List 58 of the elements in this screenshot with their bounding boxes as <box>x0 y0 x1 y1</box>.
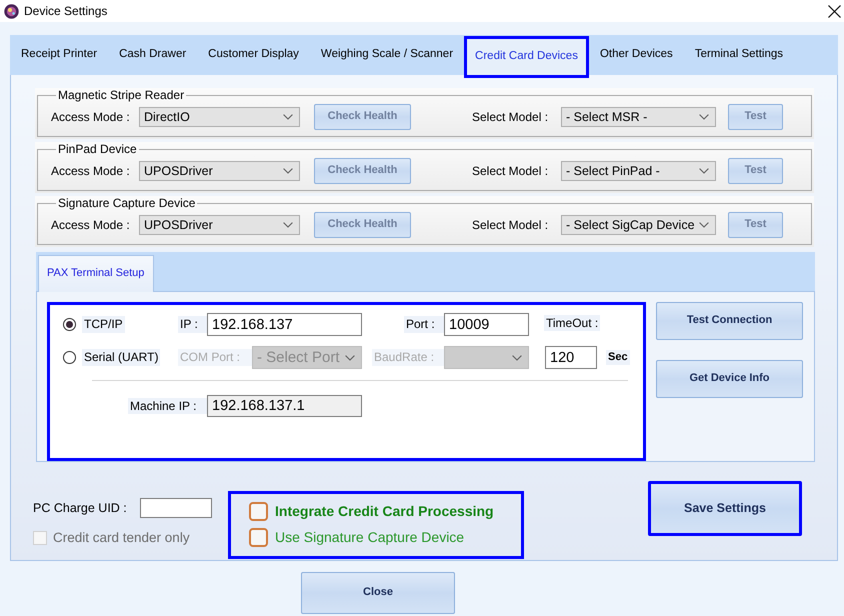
chevron-down-icon <box>345 354 355 360</box>
access-mode-label: Access Mode : <box>51 110 131 124</box>
radio-label[interactable]: TCP/IP <box>82 316 125 333</box>
chevron-down-icon <box>283 222 293 228</box>
uid-input-field[interactable] <box>140 498 212 518</box>
machine-ip-field[interactable]: 192.168.137.1 <box>207 395 362 417</box>
uid-label: PC Charge UID : <box>33 500 128 516</box>
port-input-field[interactable]: 10009 <box>444 313 529 336</box>
access-mode-label: Access Mode : <box>51 164 131 178</box>
tab[interactable]: PAX Terminal Setup <box>38 255 154 292</box>
radio-button[interactable] <box>63 350 76 364</box>
port-label: Port : <box>404 316 444 333</box>
action-button[interactable]: Test Connection <box>656 302 803 340</box>
checkbox[interactable] <box>249 528 268 547</box>
select-model-label: Select Model : <box>472 164 550 178</box>
chevron-down-icon <box>283 114 293 120</box>
chevron-down-icon <box>699 168 709 174</box>
access-mode-dropdown[interactable]: DirectIO <box>139 107 300 127</box>
model-dropdown[interactable]: - Select SigCap Device <box>561 215 716 235</box>
tab[interactable]: Receipt Printer <box>10 35 108 75</box>
checkbox-label[interactable]: Integrate Credit Card Processing <box>275 503 494 520</box>
select-model-label: Select Model : <box>472 110 550 124</box>
close-button[interactable]: Close <box>301 572 455 614</box>
save-settings-button[interactable]: Save Settings <box>648 481 802 536</box>
access-mode-label: Access Mode : <box>51 218 131 232</box>
baud-rate-label: BaudRate : <box>372 349 444 366</box>
timeout-label: TimeOut : <box>544 315 600 332</box>
chevron-down-icon <box>699 114 709 120</box>
tab[interactable]: Customer Display <box>197 35 310 75</box>
ip-label: IP : <box>178 316 207 333</box>
chevron-down-icon <box>512 354 522 360</box>
tab[interactable]: Weighing Scale / Scanner <box>310 35 464 75</box>
close-icon[interactable] <box>828 4 841 18</box>
ip-input-field[interactable]: 192.168.137 <box>207 313 362 336</box>
access-mode-dropdown[interactable]: UPOSDriver <box>139 161 300 181</box>
machine-ip-label: Machine IP : <box>128 398 207 414</box>
checkbox[interactable] <box>249 502 268 521</box>
tab[interactable]: Terminal Settings <box>684 35 794 75</box>
window-title: Device Settings <box>24 4 108 18</box>
seconds-label: Sec <box>606 350 630 366</box>
com-port-label: COM Port : <box>178 349 252 366</box>
tab[interactable]: Credit Card Devices <box>464 36 589 78</box>
group-title: Signature Capture Device <box>57 196 196 210</box>
action-button[interactable]: Get Device Info <box>656 360 803 398</box>
radio-button[interactable] <box>63 318 76 331</box>
timeout-input-field[interactable]: 120 <box>545 346 597 369</box>
group-title: PinPad Device <box>57 142 138 156</box>
chevron-down-icon <box>699 222 709 228</box>
tab[interactable]: Cash Drawer <box>108 35 198 75</box>
tab[interactable]: Other Devices <box>588 35 684 75</box>
access-mode-dropdown[interactable]: UPOSDriver <box>139 215 300 235</box>
group-title: Magnetic Stripe Reader <box>57 88 186 102</box>
app-icon <box>4 4 19 18</box>
model-dropdown[interactable]: - Select PinPad - <box>561 161 716 181</box>
radio-label[interactable]: Serial (UART) <box>82 349 160 366</box>
chevron-down-icon <box>283 168 293 174</box>
model-dropdown[interactable]: - Select MSR - <box>561 107 716 127</box>
select-model-label: Select Model : <box>472 218 550 232</box>
